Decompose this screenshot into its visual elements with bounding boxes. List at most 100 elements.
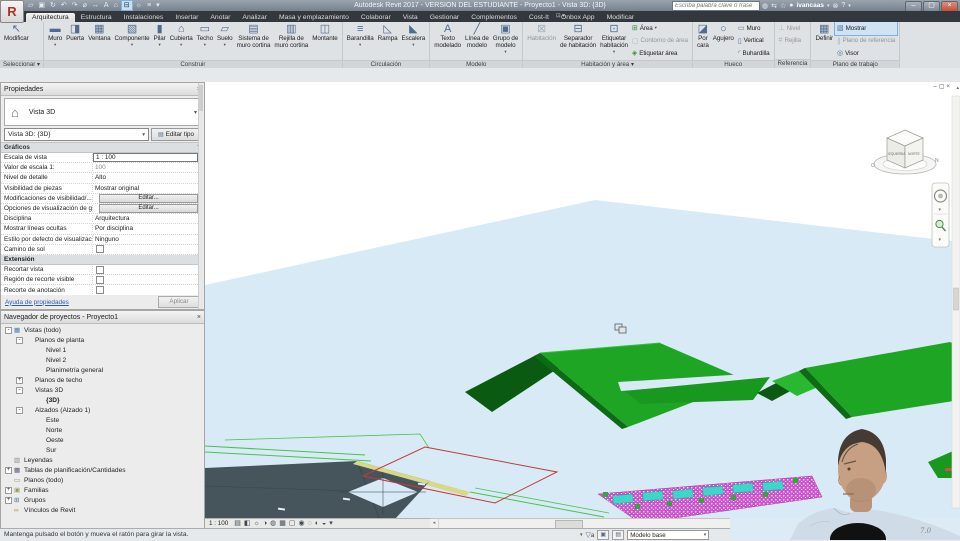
comm-center-icon[interactable]: ⊗ bbox=[832, 2, 838, 10]
ribbon-button[interactable]: ▧ Componente ▾ bbox=[112, 22, 151, 60]
tree-expander[interactable]: - bbox=[16, 386, 23, 394]
view-control-icon[interactable]: ◑ bbox=[263, 519, 267, 528]
qat-icon[interactable]: ↔ bbox=[90, 1, 101, 10]
ribbon-tab[interactable]: Modificar bbox=[601, 13, 641, 22]
property-row[interactable]: Visibilidad de piezas Mostrar original M… bbox=[1, 184, 204, 194]
help-caret-icon[interactable]: ▾ bbox=[848, 3, 851, 9]
view-control-icon[interactable]: ◧ bbox=[244, 519, 251, 528]
chevron-down-icon[interactable]: ▾ bbox=[580, 532, 583, 538]
qat-icon[interactable]: ▣ bbox=[36, 1, 47, 10]
property-row[interactable]: Valor de escala 1: 100 100 bbox=[1, 163, 204, 174]
tree-item[interactable]: Vínculos de Revit bbox=[1, 505, 204, 515]
username[interactable]: ivancaas bbox=[797, 2, 824, 9]
ribbon-group-label[interactable]: Referencia bbox=[774, 59, 811, 68]
ribbon-button[interactable]: ▭ Muro bbox=[736, 22, 772, 35]
search-icon[interactable]: ◍ bbox=[762, 2, 768, 10]
ribbon-button[interactable]: ▣ Grupo de modelo ▾ bbox=[491, 22, 520, 60]
ribbon-tab[interactable]: Vista bbox=[397, 13, 424, 22]
ribbon-button[interactable]: ◜ Buhardilla bbox=[736, 47, 772, 60]
ribbon-tab[interactable]: Anotar bbox=[204, 13, 236, 22]
scroll-up-icon[interactable]: ▴ bbox=[956, 85, 959, 91]
horizontal-scrollbar[interactable]: ◂ ▸ bbox=[430, 518, 960, 529]
edit-button[interactable]: Editar... bbox=[99, 204, 198, 214]
qat-icon[interactable]: ⌀ bbox=[81, 1, 89, 10]
view-control-icon[interactable]: ▦ bbox=[279, 519, 286, 528]
tree-item[interactable]: {3D} bbox=[1, 395, 204, 405]
search-input[interactable] bbox=[673, 3, 759, 9]
tree-item[interactable]: Planos (todo) bbox=[1, 475, 204, 485]
view-close-icon[interactable]: × bbox=[946, 84, 950, 91]
ribbon-tab[interactable]: Instalaciones bbox=[118, 13, 170, 22]
viewcube[interactable]: O N IZQUIERDA NORTE bbox=[871, 129, 939, 175]
property-row[interactable]: Región de recorte visible bbox=[1, 275, 204, 286]
exchange-icon[interactable]: ⇆ bbox=[771, 2, 777, 10]
tree-item[interactable]: Sur bbox=[1, 445, 204, 455]
ribbon-button[interactable]: # Rejilla bbox=[777, 35, 803, 48]
tree-item[interactable]: Norte bbox=[1, 425, 204, 435]
tree-item[interactable]: - Alzados (Alzado 1) bbox=[1, 405, 204, 415]
checkbox[interactable] bbox=[96, 286, 104, 295]
property-row[interactable]: Recorte de anotación bbox=[1, 285, 204, 295]
close-icon[interactable]: × bbox=[197, 314, 201, 321]
qat-icon[interactable]: ↶ bbox=[59, 1, 69, 10]
tree-item[interactable]: - Vistas (todo) bbox=[1, 325, 204, 335]
tree-item[interactable]: Planimetría general bbox=[1, 365, 204, 375]
ribbon-button[interactable]: ⊥ Nivel bbox=[777, 22, 803, 35]
design-options-icon[interactable]: ▤ bbox=[612, 530, 625, 540]
ribbon-button[interactable]: ▬ Muro ▾ bbox=[46, 22, 64, 60]
tree-item[interactable]: Leyendas bbox=[1, 455, 204, 465]
ribbon-button[interactable]: ▢ Contorno de área bbox=[630, 35, 690, 48]
tree-item[interactable]: + Tablas de planificación/Cantidades bbox=[1, 465, 204, 475]
ribbon-button[interactable]: ⊠ Habitación bbox=[525, 22, 558, 60]
tree-expander[interactable]: + bbox=[5, 486, 12, 494]
property-row[interactable]: Estilo por defecto de visualizaci... Nin… bbox=[1, 235, 204, 245]
modify-state-icon[interactable]: ⊡ ▾ bbox=[556, 13, 565, 19]
checkbox[interactable] bbox=[96, 265, 104, 274]
ribbon-button[interactable]: ▤ Sistema de muro cortina bbox=[235, 22, 273, 60]
ribbon-tab[interactable]: Insertar bbox=[169, 13, 204, 22]
view-control-icon[interactable]: ▢ bbox=[289, 519, 296, 528]
ribbon-button[interactable]: ↖ Modificar bbox=[2, 22, 31, 60]
ribbon-tab[interactable]: Cost-It bbox=[523, 13, 555, 22]
ribbon-button[interactable]: ▱ Suelo ▾ bbox=[215, 22, 235, 60]
view-control-icon[interactable]: ☼ bbox=[254, 519, 260, 528]
tree-item[interactable]: - Planos de planta bbox=[1, 335, 204, 345]
signin-caret-icon[interactable]: ▾ bbox=[827, 3, 830, 9]
ribbon-tab[interactable]: Masa y emplazamiento bbox=[273, 13, 355, 22]
view-minimize-icon[interactable]: – bbox=[933, 84, 936, 91]
property-row[interactable]: Escala de vista 1 : 100 1 : 100 bbox=[1, 153, 204, 164]
ribbon-button[interactable]: A Texto modelado bbox=[432, 22, 463, 60]
view-control-icon[interactable]: ▾ bbox=[329, 519, 333, 528]
view-instance-select[interactable]: Vista 3D: {3D} ▾ bbox=[4, 128, 149, 141]
ribbon-button[interactable]: ▧ Mostrar bbox=[833, 22, 899, 36]
section-graficos[interactable]: Gráficos ⌃ bbox=[1, 142, 204, 153]
ribbon-button[interactable]: ◈ Etiquetar área bbox=[630, 47, 690, 60]
ribbon-button[interactable]: ▦ Definir bbox=[813, 22, 835, 60]
view-control-icon[interactable]: ◉ bbox=[299, 519, 305, 528]
tree-item[interactable]: Nivel 1 bbox=[1, 345, 204, 355]
property-row[interactable]: Disciplina Arquitectura Arquitectura bbox=[1, 214, 204, 225]
tree-item[interactable]: Oeste bbox=[1, 435, 204, 445]
tree-item[interactable]: + Grupos bbox=[1, 495, 204, 505]
qat-icon[interactable]: ☼ bbox=[134, 1, 144, 10]
scroll-left-icon[interactable]: ◂ bbox=[430, 519, 439, 528]
view-restore-icon[interactable]: ▢ bbox=[939, 84, 945, 91]
view-control-icon[interactable]: ▤ bbox=[234, 519, 241, 528]
ribbon-tab[interactable]: Colaborar bbox=[355, 13, 397, 22]
checkbox[interactable] bbox=[96, 245, 104, 254]
worksets-icon[interactable]: ▣ bbox=[597, 530, 610, 540]
active-workset-select[interactable]: Modelo base ▾ bbox=[627, 530, 710, 540]
help-search[interactable] bbox=[672, 1, 760, 11]
scroll-right-icon[interactable]: ▸ bbox=[951, 519, 960, 528]
ribbon-button[interactable]: ◫ Montante bbox=[310, 22, 339, 60]
ribbon-button[interactable]: ◪ Por cara bbox=[695, 22, 711, 60]
tree-item[interactable]: + Planos de techo bbox=[1, 375, 204, 385]
tree-expander[interactable]: + bbox=[5, 496, 12, 504]
apply-button[interactable]: Aplicar bbox=[158, 296, 200, 308]
tree-expander[interactable]: + bbox=[16, 376, 23, 384]
ribbon-button[interactable]: ⊡ Etiquetar habitación ▾ bbox=[598, 22, 630, 60]
ribbon-button[interactable]: ◨ Puerta bbox=[64, 22, 86, 60]
qat-icon[interactable]: ↷ bbox=[70, 1, 80, 10]
ribbon-button[interactable]: ▯ Vertical bbox=[736, 35, 772, 48]
ribbon-button[interactable]: ⊟ Separador de habitación bbox=[558, 22, 598, 60]
